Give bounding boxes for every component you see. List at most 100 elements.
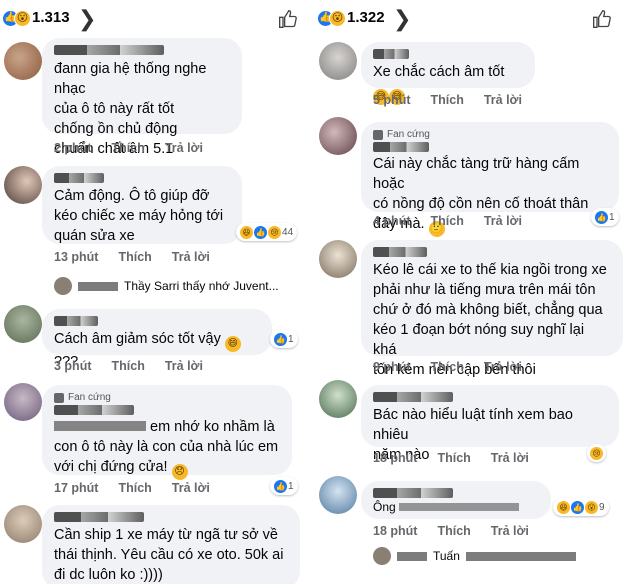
grin-emoji-icon: 😄 [224,336,241,352]
disappointed-emoji-icon: 😞 [171,464,188,480]
redacted-author-name [78,281,118,291]
redacted-text [465,551,576,561]
avatar[interactable] [319,380,357,418]
avatar [54,277,72,295]
reaction-count: 1 [288,480,294,492]
comment-bubble: Fan cứng em nhớ ko nhầm là con ô tô này … [42,385,292,480]
reply-link[interactable]: Trả lời [484,360,522,374]
comment-actions: 18 phút Thích Trả lời [373,524,529,538]
reply-link[interactable]: Trả lời [172,481,210,495]
comment-time: 3 phút [54,359,92,373]
comment-time: 13 phút [54,250,99,264]
reaction-count: 1 [288,333,294,345]
like-link[interactable]: Thích [112,141,145,155]
sad-reaction-icon: 😢 [268,225,281,239]
wow-reaction-icon: 😮 [585,500,598,514]
comment-bubble: đann gia hệ thống nghe nhạc của ô tô này… [42,38,242,157]
comment-time: 17 phút [54,481,99,495]
like-link[interactable]: Thích [431,360,464,374]
fan-badge-icon [54,392,64,403]
fan-badge-icon [373,129,383,140]
like-link[interactable]: Thích [431,214,464,228]
avatar[interactable] [4,166,42,204]
comment-bubble: Cảm động. Ô tô giúp đỡ kéo chiếc xe máy … [42,166,242,244]
reply-link[interactable]: Trả lời [491,524,529,538]
reaction-summary[interactable]: 😆 👍 😢 44 [236,223,298,241]
avatar [373,547,391,565]
reply-preview[interactable]: Thầy Sarri thấy nhớ Juvent... [54,277,279,295]
reaction-summary[interactable]: 😢 [587,444,606,462]
reactions-bar[interactable]: 👍 😮 1.322 ❯ [315,0,626,40]
comment-bubble: Cần ship 1 xe máy từ ngã tư sở về thái t… [42,505,300,584]
like-thumb-icon[interactable] [278,9,298,29]
like-link[interactable]: Thích [437,524,470,538]
comment-time: 5 phút [373,93,411,107]
redacted-author-name[interactable] [373,247,427,257]
fan-badge: Fan cứng [54,392,280,403]
redacted-mention [54,421,146,431]
redacted-author-name[interactable] [54,512,144,522]
comment-time: 4 phút [373,214,411,228]
reply-link[interactable]: Trả lời [484,214,522,228]
like-link[interactable]: Thích [431,93,464,107]
avatar[interactable] [319,476,357,514]
reply-link[interactable]: Trả lời [172,250,210,264]
haha-reaction-icon: 😆 [240,225,253,239]
redacted-text [399,503,520,511]
redacted-author-name[interactable] [373,392,453,402]
redacted-author-name[interactable] [373,488,453,498]
comment-time: 18 phút [373,451,418,465]
comment-actions: 13 phút Thích Trả lời [54,250,210,264]
reactions-bar[interactable]: 👍 😮 1.313 ❯ [0,0,312,40]
like-link[interactable]: Thích [118,481,151,495]
reaction-count[interactable]: 1.313 [32,9,70,26]
redacted-author-name[interactable] [54,405,134,415]
right-screenshot: 👍 😮 1.322 ❯ Xe chắc cách âm tốt 😅 😅 5 phú… [315,0,626,584]
avatar[interactable] [4,383,42,421]
like-link[interactable]: Thích [118,250,151,264]
reply-preview-text: Tuấn [433,549,460,563]
reply-link[interactable]: Trả lời [491,451,529,465]
comment-bubble: Xe chắc cách âm tốt 😅 😅 [361,42,535,105]
comment-text: Ông [373,500,539,514]
avatar[interactable] [319,117,357,155]
reply-preview[interactable]: Tuấn [373,547,576,565]
reaction-count[interactable]: 1.322 [347,9,385,26]
redacted-author-name[interactable] [54,45,164,55]
reaction-summary[interactable]: 👍 1 [270,477,298,495]
reply-link[interactable]: Trả lời [484,93,522,107]
avatar[interactable] [319,240,357,278]
reply-preview-text: Thầy Sarri thấy nhớ Juvent... [124,279,279,293]
left-screenshot: 👍 😮 1.313 ❯ đann gia hệ thống nghe nhạc … [0,0,312,584]
reaction-summary[interactable]: 😆 👍 😮 9 [553,498,609,516]
reaction-summary[interactable]: 👍 1 [591,208,619,226]
comment-text: Cần ship 1 xe máy từ ngã tư sở về thái t… [54,527,284,583]
like-reaction-icon: 👍 [254,225,267,239]
fan-badge: Fan cứng [373,129,607,140]
avatar[interactable] [4,305,42,343]
avatar[interactable] [4,505,42,543]
comment-bubble: Ông [361,481,551,519]
reply-link[interactable]: Trả lời [165,141,203,155]
reaction-summary[interactable]: 👍 1 [270,330,298,348]
comment-text: em nhớ ko nhầm là con ô tô này là con củ… [54,417,280,480]
comment-actions: 17 phút Thích Trả lời [54,481,210,495]
wow-reaction-icon: 😮 [14,10,31,27]
chevron-right-icon[interactable]: ❯ [393,6,411,32]
comment-actions: 2 phút Thích Trả lời [54,141,203,155]
redacted-author-name[interactable] [373,49,409,59]
comment-bubble: Kéo lê cái xe to thế kia ngồi trong xe p… [361,240,623,378]
redacted-author-name[interactable] [54,173,104,183]
like-reaction-icon: 👍 [274,332,287,346]
avatar[interactable] [4,42,42,80]
reply-link[interactable]: Trả lời [165,359,203,373]
redacted-author-name[interactable] [373,142,429,152]
like-thumb-icon[interactable] [592,9,612,29]
avatar[interactable] [319,42,357,80]
like-link[interactable]: Thích [437,451,470,465]
chevron-right-icon[interactable]: ❯ [78,6,96,32]
sad-reaction-icon: 😢 [590,446,603,460]
comment-actions: 5 phút Thích Trả lời [373,93,522,107]
redacted-author-name[interactable] [54,316,98,326]
like-link[interactable]: Thích [112,359,145,373]
